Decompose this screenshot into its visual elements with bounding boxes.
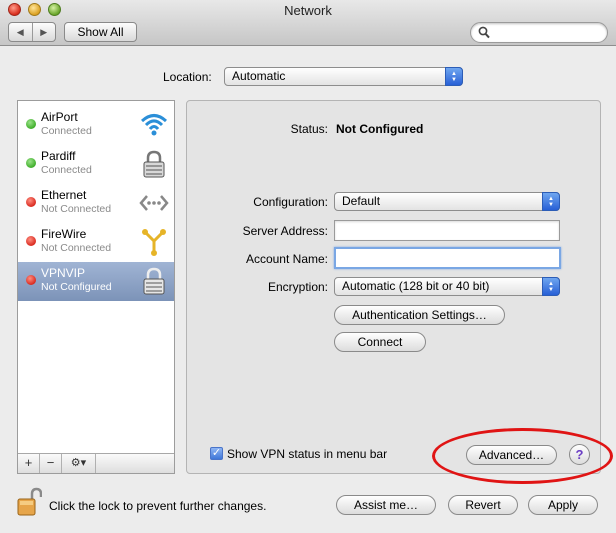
location-popup[interactable]: Automatic ▲ ▼: [224, 67, 463, 86]
show-vpn-status-label: Show VPN status in menu bar: [227, 447, 388, 461]
search-field[interactable]: [470, 22, 608, 43]
status-dot-red: [26, 197, 36, 207]
window-titlebar: Network ◀ ▶ Show All: [0, 0, 616, 46]
service-name: Pardiff: [41, 149, 76, 163]
service-name: FireWire: [41, 227, 87, 241]
back-forward-control: ◀ ▶: [8, 22, 56, 42]
help-button[interactable]: ?: [569, 444, 590, 465]
account-name-field[interactable]: [334, 247, 561, 269]
account-name-label: Account Name:: [245, 252, 328, 266]
location-label: Location:: [163, 70, 212, 84]
wifi-icon: [140, 114, 168, 136]
encryption-popup[interactable]: Automatic (128 bit or 40 bit) ▲ ▼: [334, 277, 560, 296]
firewire-icon: [142, 229, 166, 256]
service-list: AirPort Connected Pardiff Connected Ethe…: [17, 100, 175, 474]
ethernet-icon: [139, 195, 169, 211]
service-status: Not Connected: [41, 203, 112, 215]
lock-message: Click the lock to prevent further change…: [49, 499, 267, 513]
revert-button[interactable]: Revert: [448, 495, 518, 515]
window-title: Network: [284, 3, 332, 18]
service-list-controls: + − ⚙▾: [18, 453, 174, 473]
vpn-lock-icon: [143, 267, 165, 295]
server-address-label: Server Address:: [242, 224, 328, 238]
location-value: Automatic: [232, 69, 286, 83]
popup-arrows-icon: ▲ ▼: [542, 192, 560, 211]
remove-service-button[interactable]: −: [40, 454, 62, 473]
apply-button[interactable]: Apply: [528, 495, 598, 515]
server-address-field[interactable]: [334, 220, 560, 241]
connect-button[interactable]: Connect: [334, 332, 426, 352]
status-label: Status:: [290, 122, 328, 136]
service-status: Not Connected: [41, 242, 112, 254]
action-menu-button[interactable]: ⚙▾: [62, 454, 96, 473]
configuration-popup[interactable]: Default ▲ ▼: [334, 192, 560, 211]
configuration-value: Default: [342, 194, 381, 208]
search-icon: [478, 26, 490, 39]
service-item-firewire[interactable]: FireWire Not Connected: [18, 223, 174, 262]
configuration-label: Configuration:: [253, 195, 328, 209]
service-item-vpnvip[interactable]: VPNVIP Not Configured: [18, 262, 174, 301]
status-value: Not Configured: [336, 122, 424, 136]
advanced-button[interactable]: Advanced…: [466, 445, 557, 465]
service-status: Not Configured: [41, 281, 112, 293]
assist-me-button[interactable]: Assist me…: [336, 495, 436, 515]
authentication-settings-button[interactable]: Authentication Settings…: [334, 305, 505, 325]
status-dot-green: [26, 119, 36, 129]
show-all-button[interactable]: Show All: [64, 22, 137, 42]
status-dot-red: [26, 275, 36, 285]
vpn-lock-icon: [143, 150, 165, 178]
forward-button[interactable]: ▶: [33, 23, 56, 41]
add-service-button[interactable]: +: [18, 454, 40, 473]
service-status: Connected: [41, 164, 92, 176]
service-item-pardiff[interactable]: Pardiff Connected: [18, 145, 174, 184]
service-item-airport[interactable]: AirPort Connected: [18, 106, 174, 145]
back-button[interactable]: ◀: [9, 23, 33, 41]
service-item-ethernet[interactable]: Ethernet Not Connected: [18, 184, 174, 223]
encryption-value: Automatic (128 bit or 40 bit): [342, 279, 490, 293]
encryption-label: Encryption:: [267, 280, 328, 294]
service-status: Connected: [41, 125, 92, 137]
service-name: VPNVIP: [41, 266, 86, 280]
status-dot-red: [26, 236, 36, 246]
popup-arrows-icon: ▲ ▼: [445, 67, 463, 86]
show-vpn-status-checkbox[interactable]: ✓: [210, 447, 223, 460]
status-dot-green: [26, 158, 36, 168]
service-name: AirPort: [41, 110, 78, 124]
popup-arrows-icon: ▲ ▼: [542, 277, 560, 296]
unlocked-padlock-icon[interactable]: [16, 487, 42, 517]
service-name: Ethernet: [41, 188, 87, 202]
